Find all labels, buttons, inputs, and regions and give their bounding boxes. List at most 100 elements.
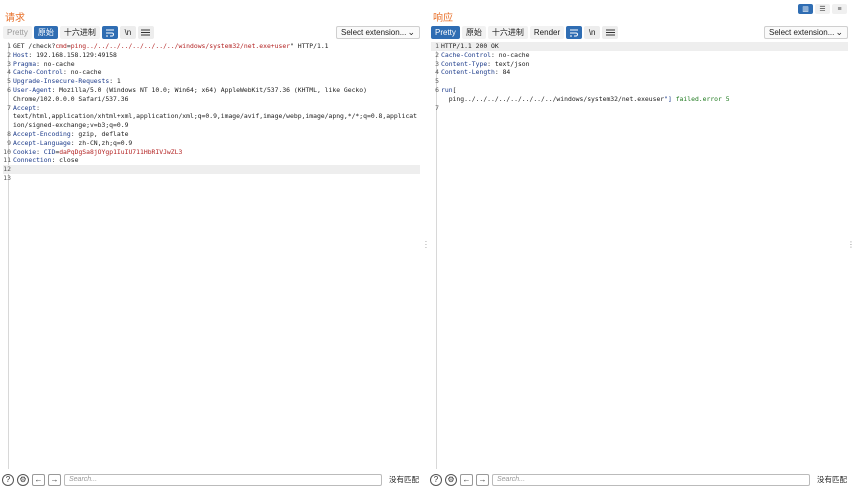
code-token: Connection [13,156,52,165]
line-text: Accept-Encoding: gzip, deflate [11,130,128,139]
code-token: ion/signed-exchange;v=b3;q=0.9 [13,121,129,130]
split-vertical-icon[interactable]: ▥ [798,4,813,14]
line-text: ping../../../../../../../../windows/syst… [439,95,730,104]
code-line: 11 Connection: close [3,156,420,165]
code-token: Upgrade-Insecure-Requests [13,77,110,86]
response-wrap-icon[interactable] [566,26,583,39]
code-line: 1 GET /check?cmd=ping../../../../../../..… [3,42,420,51]
response-extension-select[interactable]: Select extension... ⌄ [764,26,848,39]
code-token: daPqDgSa8jOYgp1IuIU711HbRIVJwZL3 [59,147,183,156]
code-line: ping../../../../../../../../windows/syst… [431,95,848,104]
line-number: 11 [3,156,11,165]
line-number: 4 [7,68,11,77]
response-tab-render[interactable]: Render [529,26,565,39]
response-tab-pretty[interactable]: Pretty [431,26,460,39]
request-extension-select[interactable]: Select extension... ⌄ [336,26,420,39]
line-text: ion/signed-exchange;v=b3;q=0.9 [11,121,128,130]
request-tab-raw[interactable]: 原始 [33,26,58,39]
response-tab-hex[interactable]: 十六进制 [487,26,528,39]
code-token: " HTTP/1.1 [290,42,329,50]
code-token: User-Agent [13,85,52,94]
gear-icon[interactable]: ⚙ [17,473,29,486]
response-pane: 响应 Pretty 原始 十六进制 Render \n Select exten… [428,0,852,490]
line-number: 12 [3,165,11,174]
tabs-layout-icon[interactable]: ≡ [832,4,847,14]
code-token: ping../../../../../../../../windows/syst… [70,42,291,50]
code-token: : [36,147,44,156]
previous-arrow-icon[interactable]: ← [460,473,473,486]
line-number: 5 [435,77,439,86]
code-token: Cache-Control [13,68,64,77]
code-token: Host [13,50,29,59]
code-line: 4 Content-Length: 84 [431,68,848,77]
line-text: Connection: close [11,156,78,165]
code-line: 9 Accept-Language: zh-CN,zh;q=0.9 [3,139,420,148]
code-line: 6 User-Agent: Mozilla/5.0 (Windows NT 10.… [3,86,420,95]
code-token: CID [43,147,56,156]
code-token: : [36,103,40,112]
line-number: 5 [7,77,11,86]
code-token: "] [664,94,672,103]
code-token: ping../../../../../../../../windows/syst… [441,94,665,103]
response-menu-icon[interactable] [602,26,619,39]
code-token: Accept-Encoding [13,129,71,138]
code-line: 8 Accept-Encoding: gzip, deflate [3,130,420,139]
line-text: GET /check?cmd=ping../../../../../../../… [11,42,329,51]
line-number: 13 [3,173,11,182]
split-horizontal-icon[interactable]: ☰ [815,4,830,14]
response-editor[interactable]: 1 HTTP/1.1 200 OK 2 Cache-Control: no-cache… [431,42,848,469]
gear-icon[interactable]: ⚙ [445,473,457,486]
line-number [3,121,11,130]
request-pane: 请求 Pretty 原始 十六进制 \n Select extension...… [0,0,424,490]
code-token: : 192.168.158.129:49158 [28,50,117,59]
code-line: text/html,application/xhtml+xml,applicat… [3,112,420,121]
request-tab-pretty[interactable]: Pretty [3,26,32,39]
code-token: Cache-Control [441,50,492,59]
help-icon[interactable]: ? [430,473,442,486]
request-tab-hex[interactable]: 十六进制 [59,26,100,39]
response-search-input[interactable]: Search... [492,473,810,486]
code-line: 5 [431,77,848,86]
request-menu-icon[interactable] [137,26,154,39]
next-arrow-icon[interactable]: → [48,473,61,486]
request-wrap-icon[interactable] [101,26,118,39]
code-line: 2 Cache-Control: no-cache [431,51,848,60]
line-text: Pragma: no-cache [11,60,75,69]
help-icon[interactable]: ? [2,473,14,486]
code-token: : no-cache [491,50,530,59]
code-line: 13 [3,174,420,183]
request-search-input[interactable]: Search... [64,473,382,486]
request-newline-toggle[interactable]: \n [119,26,136,39]
response-newline-toggle[interactable]: \n [584,26,601,39]
line-number: 4 [435,68,439,77]
code-token: : no-cache [36,59,75,68]
response-footer: ? ⚙ ← → Search... 没有匹配 [430,473,848,486]
line-text: Accept: [11,104,40,113]
next-arrow-icon[interactable]: → [476,473,489,486]
chevron-down-icon: ⌄ [407,27,415,37]
line-text: Host: 192.168.158.129:49158 [11,51,117,60]
right-edge-handle-icon[interactable]: ⋮ [847,240,855,249]
line-text: Upgrade-Insecure-Requests: 1 [11,77,121,86]
line-text [11,174,13,183]
previous-arrow-icon[interactable]: ← [32,473,45,486]
line-text [11,165,13,174]
code-token: failed.error 5 [671,94,730,103]
line-number: 9 [7,138,11,147]
request-match-status: 没有匹配 [389,475,419,484]
line-number: 7 [435,103,439,112]
line-number: 3 [7,59,11,68]
code-token: Accept [13,103,37,112]
line-number: 3 [435,59,439,68]
code-token: Accept-Language [13,138,71,147]
line-text: text/html,application/xhtml+xml,applicat… [11,112,417,121]
code-line: Chrome/102.0.0.0 Safari/537.36 [3,95,420,104]
line-text: Cookie: CID=daPqDgSa8jOYgp1IuIU711HbRIVJ… [11,148,182,157]
code-line: 10 Cookie: CID=daPqDgSa8jOYgp1IuIU711HbRI… [3,148,420,157]
line-number [3,112,11,121]
request-editor[interactable]: 1 GET /check?cmd=ping../../../../../../..… [3,42,420,469]
code-token: : zh-CN,zh;q=0.9 [70,138,133,147]
request-title: 请求 [5,13,25,24]
response-tab-raw[interactable]: 原始 [461,26,486,39]
code-token: : Mozilla/5.0 (Windows NT 10.0; Win64; x… [51,85,367,94]
